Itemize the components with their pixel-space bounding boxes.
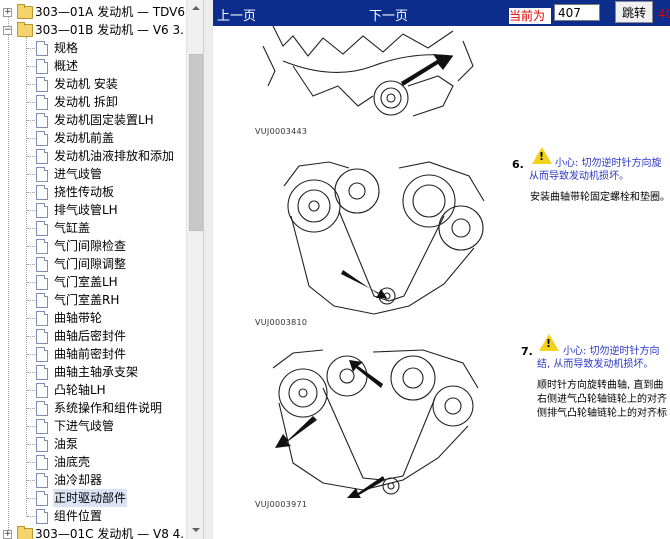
next-page-link[interactable]: 下一页 bbox=[369, 5, 408, 24]
tree-node-label: 气门室盖RH bbox=[54, 293, 120, 307]
figure-id: VUJ0003810 bbox=[255, 318, 308, 327]
engine-figure-2 bbox=[283, 161, 485, 315]
tree-node-label: 气缸盖 bbox=[54, 221, 91, 235]
tree-guide-line bbox=[26, 37, 27, 517]
tree-node-label: 曲轴主轴承支架 bbox=[54, 365, 139, 379]
caution-text: 小心: 切勿逆时针方向 bbox=[563, 346, 660, 357]
tree-node-label: 进气歧管 bbox=[54, 167, 103, 181]
navigation-bar: 上一页 下一页 当前为 跳转 40 bbox=[213, 0, 670, 26]
document-icon bbox=[36, 239, 48, 254]
tree-node-label: 气门室盖LH bbox=[54, 275, 118, 289]
tree-node-label: 曲轴后密封件 bbox=[54, 329, 127, 343]
expand-icon[interactable]: + bbox=[3, 530, 12, 539]
document-icon bbox=[36, 149, 48, 164]
document-icon bbox=[36, 41, 48, 56]
tree-node-label: 下进气歧管 bbox=[54, 419, 115, 433]
document-icon bbox=[36, 113, 48, 128]
scroll-up-arrow-icon[interactable] bbox=[187, 0, 204, 17]
tree-node-label: 发动机前盖 bbox=[54, 131, 115, 145]
tree-node-label: 油泵 bbox=[54, 437, 79, 451]
document-icon bbox=[36, 95, 48, 110]
tree-node-label: 曲轴前密封件 bbox=[54, 347, 127, 361]
document-icon bbox=[36, 437, 48, 452]
tree-node-label: 凸轮轴LH bbox=[54, 383, 106, 397]
tree-node-label: 发动机 安装 bbox=[54, 77, 118, 91]
engine-figure-1 bbox=[262, 26, 474, 117]
figure-id: VUJ0003443 bbox=[255, 127, 308, 136]
document-icon bbox=[36, 419, 48, 434]
tree-scrollbar[interactable] bbox=[186, 0, 204, 539]
caution-text: 结, 从而导致发动机损坏。 bbox=[537, 359, 654, 370]
previous-page-link[interactable]: 上一页 bbox=[217, 5, 256, 24]
tree-node-label: 曲轴带轮 bbox=[54, 311, 103, 325]
document-icon bbox=[36, 383, 48, 398]
document-icon bbox=[36, 203, 48, 218]
tree-node-label: 发动机固定装置LH bbox=[54, 113, 154, 127]
scroll-thumb[interactable] bbox=[189, 54, 203, 231]
folder-icon bbox=[17, 4, 33, 19]
document-icon bbox=[36, 491, 48, 506]
document-icon bbox=[36, 329, 48, 344]
document-icon bbox=[36, 257, 48, 272]
caution-icon bbox=[532, 147, 552, 164]
document-icon bbox=[36, 509, 48, 524]
caution-icon bbox=[539, 334, 559, 351]
tree-node-label: 油底壳 bbox=[54, 455, 91, 469]
scroll-down-arrow-icon[interactable] bbox=[187, 522, 204, 539]
tree-node-label: 气门间隙调整 bbox=[54, 257, 127, 271]
document-icon bbox=[36, 77, 48, 92]
folder-icon bbox=[17, 22, 33, 37]
jump-button[interactable]: 跳转 bbox=[615, 1, 653, 23]
step-text: 侧排气凸轮轴链轮上的对齐标 bbox=[537, 408, 667, 419]
tree-node-label: 303—01C 发动机 — V8 4. bbox=[35, 527, 185, 539]
document-page: VUJ0003443 VUJ0003810 6. 小心: 切勿逆时针方向旋 从而… bbox=[213, 26, 670, 539]
document-tree[interactable]: +303—01A 发动机 — TDV6 − 303—01B 发动机 — V6 3. 规… bbox=[0, 0, 186, 539]
step-text: 安装曲轴带轮固定螺栓和垫圈。 bbox=[530, 192, 670, 203]
tree-node-label: 发动机 拆卸 bbox=[54, 95, 118, 109]
document-icon bbox=[36, 293, 48, 308]
tree-node-label: 气门间隙检查 bbox=[54, 239, 127, 253]
step-number: 7. bbox=[521, 345, 533, 358]
tree-node-label: 303—01B 发动机 — V6 3. bbox=[35, 23, 184, 37]
document-icon bbox=[36, 221, 48, 236]
step-number: 6. bbox=[512, 158, 524, 171]
tree-node-label: 发动机油液排放和添加 bbox=[54, 149, 175, 163]
tree-node-label: 303—01A 发动机 — TDV6 bbox=[35, 5, 186, 19]
expand-icon[interactable]: + bbox=[3, 8, 12, 17]
caution-text: 从而导致发动机损坏。 bbox=[529, 171, 629, 182]
figure-id: VUJ0003971 bbox=[255, 500, 308, 509]
folder-icon bbox=[17, 526, 33, 539]
document-icon bbox=[36, 365, 48, 380]
tree-node-label: 排气歧管LH bbox=[54, 203, 118, 217]
total-pages: 40 bbox=[658, 7, 670, 21]
page-number-input[interactable] bbox=[554, 4, 600, 21]
collapse-icon[interactable]: − bbox=[3, 26, 12, 35]
step-text: 顺时针方向旋转曲轴, 直到曲 bbox=[537, 380, 664, 391]
document-icon bbox=[36, 311, 48, 326]
caution-text: 小心: 切勿逆时针方向旋 bbox=[555, 158, 662, 169]
tree-node-label-selected: 正时驱动部件 bbox=[53, 489, 128, 507]
tree-node-label: 组件位置 bbox=[54, 509, 103, 523]
tree-node-label: 挠性传动板 bbox=[54, 185, 115, 199]
document-icon bbox=[36, 275, 48, 290]
step-text: 右侧进气凸轮轴链轮上的对齐 bbox=[537, 394, 667, 405]
current-page-label: 当前为 bbox=[509, 8, 551, 24]
tree-node-label: 油冷却器 bbox=[54, 473, 103, 487]
tree-node-label: 规格 bbox=[54, 41, 79, 55]
document-icon bbox=[36, 185, 48, 200]
tree-node-label: 系统操作和组件说明 bbox=[54, 401, 163, 415]
document-icon bbox=[36, 131, 48, 146]
tree-node-label: 概述 bbox=[54, 59, 79, 73]
document-icon bbox=[36, 347, 48, 362]
tree-guide-line bbox=[8, 16, 9, 532]
document-icon bbox=[36, 59, 48, 74]
document-icon bbox=[36, 167, 48, 182]
engine-figure-3 bbox=[272, 349, 479, 498]
document-icon bbox=[36, 455, 48, 470]
document-icon bbox=[36, 401, 48, 416]
document-icon bbox=[36, 473, 48, 488]
